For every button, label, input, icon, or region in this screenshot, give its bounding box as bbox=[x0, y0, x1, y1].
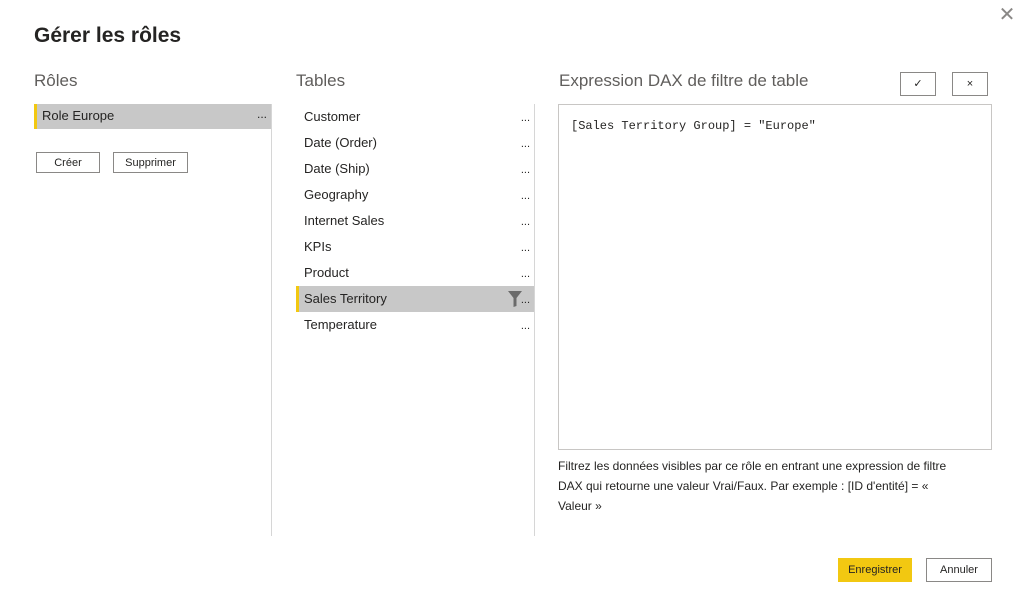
create-role-button[interactable]: Créer bbox=[36, 152, 100, 173]
role-more-button[interactable]: ... bbox=[257, 107, 267, 121]
save-button[interactable]: Enregistrer bbox=[838, 558, 912, 582]
table-more-button[interactable]: ... bbox=[521, 320, 530, 332]
table-more-button[interactable]: ... bbox=[521, 242, 530, 254]
selection-indicator bbox=[296, 286, 299, 312]
table-more-button[interactable]: ... bbox=[521, 112, 530, 124]
table-item-label: Sales Territory bbox=[304, 291, 387, 306]
table-more-button[interactable]: ... bbox=[521, 190, 530, 202]
table-item-label: Internet Sales bbox=[304, 213, 385, 228]
table-item-label: Date (Ship) bbox=[304, 161, 370, 176]
dax-expression-text[interactable]: [Sales Territory Group] = "Europe" bbox=[571, 119, 816, 133]
table-item-label: Temperature bbox=[304, 317, 377, 332]
dax-header: Expression DAX de filtre de table bbox=[559, 71, 809, 90]
table-item-date-ship[interactable]: Date (Ship) ... bbox=[296, 156, 534, 182]
divider bbox=[534, 104, 535, 536]
dax-expression-editor[interactable]: [Sales Territory Group] = "Europe" bbox=[558, 104, 992, 450]
checkmark-icon: ✓ bbox=[913, 78, 923, 90]
table-item-internet-sales[interactable]: Internet Sales ... bbox=[296, 208, 534, 234]
table-more-button[interactable]: ... bbox=[521, 294, 530, 306]
table-item-date-order[interactable]: Date (Order) ... bbox=[296, 130, 534, 156]
delete-role-button[interactable]: Supprimer bbox=[113, 152, 188, 173]
cancel-button[interactable]: Annuler bbox=[926, 558, 992, 582]
selection-indicator bbox=[34, 104, 37, 129]
table-item-label: Date (Order) bbox=[304, 135, 377, 150]
x-icon: × bbox=[966, 78, 974, 90]
table-item-temperature[interactable]: Temperature ... bbox=[296, 312, 534, 338]
tables-header: Tables bbox=[296, 71, 346, 90]
table-item-label: Customer bbox=[304, 109, 361, 124]
table-item-kpis[interactable]: KPIs ... bbox=[296, 234, 534, 260]
table-item-customer[interactable]: Customer ... bbox=[296, 104, 534, 130]
table-item-sales-territory[interactable]: Sales Territory ... bbox=[296, 286, 534, 312]
table-item-product[interactable]: Product ... bbox=[296, 260, 534, 286]
table-more-button[interactable]: ... bbox=[521, 164, 530, 176]
cancel-expression-button[interactable]: × bbox=[952, 72, 988, 96]
dax-help-text: Filtrez les données visibles par ce rôle… bbox=[558, 459, 947, 513]
role-item-label: Role Europe bbox=[42, 108, 115, 123]
table-item-label: Product bbox=[304, 265, 349, 280]
table-more-button[interactable]: ... bbox=[521, 138, 530, 150]
dialog-title: Gérer les rôles bbox=[34, 24, 182, 47]
table-more-button[interactable]: ... bbox=[521, 268, 530, 280]
divider bbox=[271, 104, 272, 536]
table-item-label: Geography bbox=[304, 187, 369, 202]
confirm-expression-button[interactable]: ✓ bbox=[900, 72, 936, 96]
table-item-label: KPIs bbox=[304, 239, 332, 254]
table-item-geography[interactable]: Geography ... bbox=[296, 182, 534, 208]
close-icon[interactable]: ✕ bbox=[996, 4, 1018, 26]
roles-header: Rôles bbox=[34, 71, 78, 90]
table-more-button[interactable]: ... bbox=[521, 216, 530, 228]
role-item-europe[interactable]: Role Europe ... bbox=[34, 104, 271, 129]
tables-list: Customer ... Date (Order) ... Date (Ship… bbox=[296, 104, 534, 338]
